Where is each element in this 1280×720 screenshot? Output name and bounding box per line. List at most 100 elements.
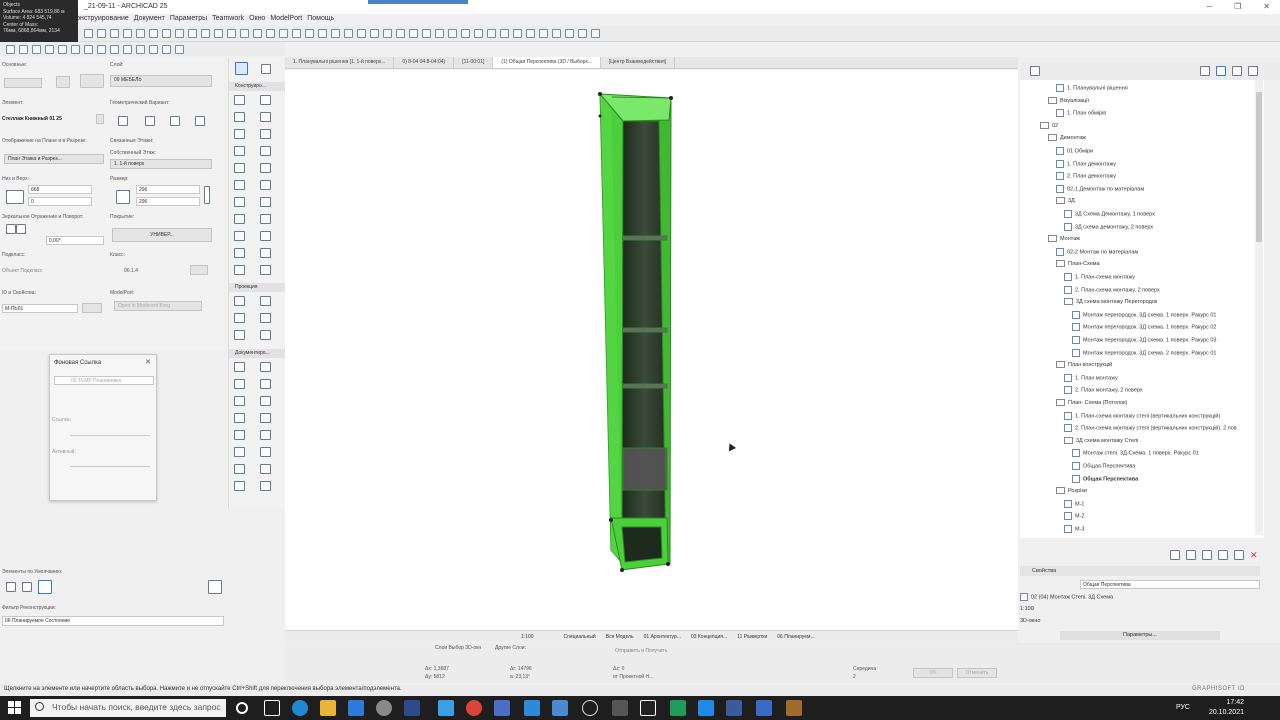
tool-icon[interactable] bbox=[260, 129, 271, 139]
tool-icon[interactable] bbox=[234, 296, 245, 306]
id-properties-button[interactable] bbox=[82, 303, 102, 313]
tool-icon[interactable] bbox=[260, 330, 271, 340]
tool-icon[interactable] bbox=[260, 379, 271, 389]
toolbar-icon[interactable] bbox=[435, 29, 444, 38]
tool-icon[interactable] bbox=[260, 180, 271, 190]
toolbar-icon[interactable] bbox=[500, 29, 509, 38]
toolbar-icon[interactable] bbox=[383, 29, 392, 38]
toolbar-icon[interactable] bbox=[175, 44, 184, 54]
navigator-view[interactable]: 1. План монтажу bbox=[1064, 373, 1118, 382]
toolbar-icon[interactable] bbox=[32, 44, 41, 54]
toolbar-icon[interactable] bbox=[162, 44, 171, 54]
defaults-icon-1[interactable] bbox=[6, 582, 16, 592]
app-icon[interactable] bbox=[612, 700, 628, 716]
layer-combo[interactable]: Специальный bbox=[564, 634, 596, 640]
project-map-icon[interactable] bbox=[1200, 66, 1210, 76]
tool-icon[interactable] bbox=[234, 112, 245, 122]
delete-icon[interactable]: ✕ bbox=[1250, 550, 1258, 561]
navigator-view[interactable]: Общая Перспектива bbox=[1072, 462, 1135, 470]
selection-hotspot[interactable] bbox=[669, 96, 673, 100]
tab-3d-perspective[interactable]: (1) Общая Перспектива (3D / Выборк... bbox=[493, 57, 601, 68]
toolbar-icon[interactable] bbox=[578, 29, 587, 38]
tool-icon[interactable] bbox=[234, 396, 245, 406]
menu-item[interactable]: Помощь bbox=[307, 15, 334, 25]
toolbar-icon[interactable] bbox=[409, 29, 418, 38]
toolbar-icon[interactable] bbox=[552, 29, 561, 38]
navigator-folder[interactable]: План-Схема bbox=[1056, 260, 1100, 268]
modelport-button[interactable]: Open in Moderent Borg bbox=[114, 301, 202, 311]
tool-icon[interactable] bbox=[260, 481, 271, 491]
tool-icon[interactable] bbox=[234, 313, 245, 323]
minimize-icon[interactable]: ─ bbox=[1206, 2, 1212, 11]
angle-a[interactable]: a: 23,13° bbox=[510, 674, 530, 680]
mirror-icon[interactable] bbox=[6, 224, 16, 234]
tool-icon[interactable] bbox=[260, 313, 271, 323]
tab-interaction-center[interactable]: [Центр Взаимодействия] bbox=[601, 57, 676, 68]
maximize-icon[interactable]: ❐ bbox=[1234, 2, 1241, 11]
language-indicator[interactable]: РУС bbox=[1176, 704, 1190, 711]
navigator-folder[interactable]: Візуалізації bbox=[1048, 96, 1089, 104]
tab-elevation[interactable]: [11-00:01] bbox=[454, 57, 494, 68]
task-view-icon[interactable] bbox=[264, 700, 280, 716]
tool-icon[interactable] bbox=[234, 413, 245, 423]
toolbar-icon[interactable] bbox=[162, 29, 171, 38]
tool-icon[interactable] bbox=[234, 481, 245, 491]
layer-select[interactable]: 09 МЕБЕЛЬ bbox=[110, 75, 212, 87]
navigator-view[interactable]: Общая Перспектива bbox=[1072, 474, 1138, 483]
top-height-field[interactable]: 668 bbox=[28, 185, 92, 194]
tool-icon[interactable] bbox=[234, 248, 245, 258]
tool-icon[interactable] bbox=[234, 362, 245, 372]
tool-icon[interactable] bbox=[260, 231, 271, 241]
close-icon[interactable]: ✕ bbox=[1263, 2, 1270, 11]
navigator-menu-icon[interactable] bbox=[1030, 66, 1040, 76]
tool-icon[interactable] bbox=[234, 214, 245, 224]
selection-hotspot[interactable] bbox=[609, 518, 613, 522]
toolbar-icon[interactable] bbox=[461, 29, 470, 38]
element-name[interactable]: Стеллаж Книжный 01 25 bbox=[2, 116, 62, 122]
toolbar-icon[interactable] bbox=[487, 29, 496, 38]
navigator-folder[interactable]: Розрізи bbox=[1056, 487, 1087, 495]
toggle-button[interactable] bbox=[56, 76, 70, 88]
tool-icon[interactable] bbox=[260, 248, 271, 258]
tool-icon[interactable] bbox=[234, 265, 245, 275]
size-x-field[interactable]: 296 bbox=[136, 185, 200, 194]
toolbar-icon[interactable] bbox=[84, 29, 93, 38]
tool-icon[interactable] bbox=[234, 379, 245, 389]
clone-folder-icon[interactable] bbox=[1186, 550, 1196, 560]
skype-icon[interactable] bbox=[698, 700, 714, 716]
tool-icon[interactable] bbox=[234, 129, 245, 139]
navigator-view[interactable]: 3Д Схема Демонтажу, 1 поверх bbox=[1064, 210, 1155, 218]
toolbar-icon[interactable] bbox=[97, 44, 106, 54]
navigator-view[interactable]: 1. Планувальні рішення bbox=[1056, 84, 1128, 92]
arrow-tool-icon[interactable] bbox=[235, 62, 248, 75]
scale-value[interactable]: 1:100 bbox=[521, 634, 534, 640]
toolbar-icon[interactable] bbox=[201, 29, 210, 38]
toolbar-icon[interactable] bbox=[175, 29, 184, 38]
app-icon[interactable] bbox=[494, 700, 510, 716]
tab-plan[interactable]: 1. Планувальні рішення [1. 1-й поверх... bbox=[285, 57, 395, 68]
toolbox-section-design[interactable]: Конструиро... bbox=[229, 82, 285, 91]
toolbar-icon[interactable] bbox=[136, 44, 145, 54]
cortana-icon[interactable] bbox=[236, 702, 248, 714]
toolbar-icon[interactable] bbox=[318, 29, 327, 38]
navigator-folder[interactable]: Демонтаж bbox=[1048, 134, 1086, 142]
settings-icon[interactable] bbox=[1218, 550, 1228, 560]
view-name-field[interactable]: Общая Перспектива bbox=[1080, 580, 1260, 589]
toolbar-icon[interactable] bbox=[396, 29, 405, 38]
floor-select[interactable]: 1. 1-й поверх bbox=[110, 159, 212, 169]
tool-icon[interactable] bbox=[260, 296, 271, 306]
navigator-view[interactable]: Монтаж перегородок. 3Д схема. 2 поверх. … bbox=[1072, 348, 1217, 357]
toolbar-icon[interactable] bbox=[279, 29, 288, 38]
toolbar-icon[interactable] bbox=[253, 29, 262, 38]
toolbar-icon[interactable] bbox=[97, 29, 106, 38]
chrome-icon[interactable] bbox=[466, 700, 482, 716]
toolbar-icon[interactable] bbox=[123, 44, 132, 54]
tool-icon[interactable] bbox=[260, 447, 271, 457]
toolbar-icon[interactable] bbox=[227, 29, 236, 38]
windows-start-icon[interactable] bbox=[8, 701, 22, 715]
tool-icon[interactable] bbox=[234, 197, 245, 207]
properties-header[interactable]: Свойства bbox=[1020, 566, 1260, 576]
tool-icon[interactable] bbox=[234, 430, 245, 440]
app-icon[interactable] bbox=[670, 700, 686, 716]
tool-icon[interactable] bbox=[234, 146, 245, 156]
